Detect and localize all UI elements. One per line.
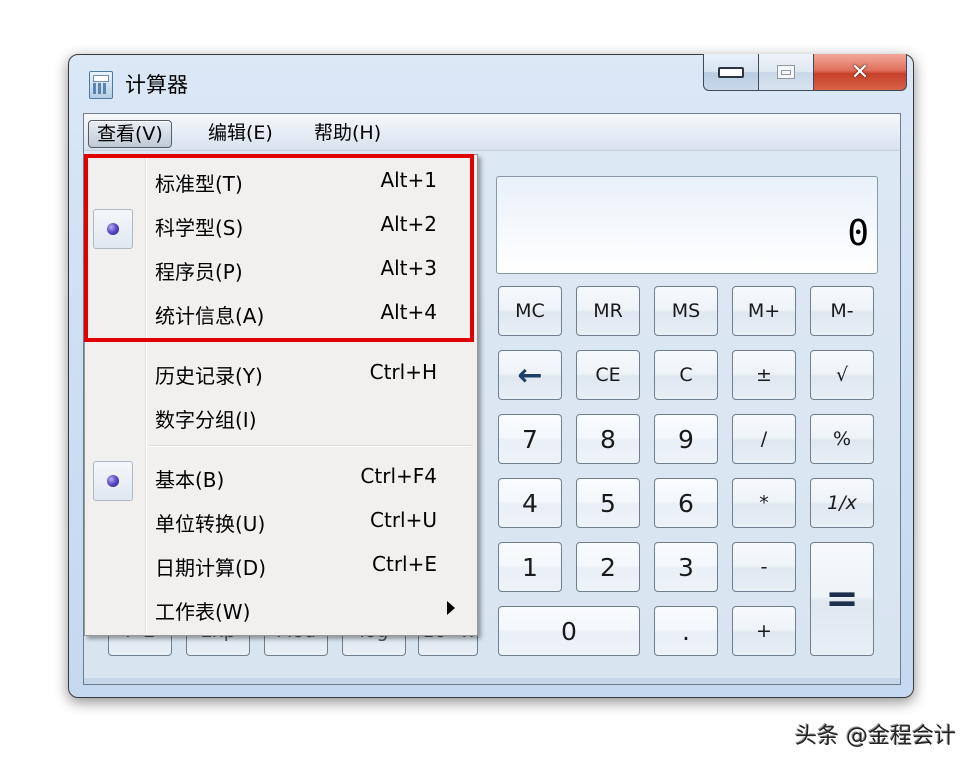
digit-8-key[interactable]: 8	[576, 414, 640, 464]
menu-edit[interactable]: 编辑(E)	[200, 120, 281, 146]
ce-key[interactable]: CE	[576, 350, 640, 400]
mr-key[interactable]: MR	[576, 286, 640, 336]
digit-4-key[interactable]: 4	[498, 478, 562, 528]
plus-minus-key[interactable]: ±	[732, 350, 796, 400]
minimize-icon	[718, 66, 744, 78]
title-bar[interactable]: 计算器 ✕	[69, 54, 913, 113]
close-icon: ✕	[850, 59, 870, 85]
digit-2-key[interactable]: 2	[576, 542, 640, 592]
backspace-arrow-icon: ←	[517, 357, 543, 393]
calculator-display: 0	[496, 176, 878, 274]
decimal-key[interactable]: .	[654, 606, 718, 656]
menu-item-label: 工作表(W)	[155, 600, 251, 624]
menu-item-shortcut: Ctrl+H	[369, 360, 437, 384]
submenu-arrow-icon	[447, 601, 455, 615]
menu-item-shortcut: Ctrl+F4	[360, 464, 437, 488]
radio-selected-icon	[93, 461, 133, 501]
equals-key[interactable]: =	[810, 542, 874, 656]
menu-item-date-calculation[interactable]: 日期计算(D) Ctrl+E	[85, 543, 477, 587]
maximize-icon	[777, 65, 795, 79]
menu-item-label: 单位转换(U)	[155, 512, 266, 536]
sqrt-key[interactable]: √	[810, 350, 874, 400]
m-plus-key[interactable]: M+	[732, 286, 796, 336]
clear-key[interactable]: C	[654, 350, 718, 400]
equals-label: =	[825, 576, 859, 622]
digit-3-key[interactable]: 3	[654, 542, 718, 592]
menu-item-label: 基本(B)	[155, 468, 225, 492]
display-value: 0	[847, 213, 869, 254]
digit-9-key[interactable]: 9	[654, 414, 718, 464]
window-controls: ✕	[703, 54, 907, 92]
menu-view[interactable]: 查看(V)	[88, 120, 172, 148]
ms-key[interactable]: MS	[654, 286, 718, 336]
close-button[interactable]: ✕	[814, 54, 907, 91]
subtract-key[interactable]: -	[732, 542, 796, 592]
menu-item-shortcut: Ctrl+U	[370, 508, 437, 532]
menu-item-worksheets[interactable]: 工作表(W)	[85, 587, 477, 631]
window-title: 计算器	[125, 73, 188, 97]
bottom-edge	[84, 678, 900, 684]
digit-0-key[interactable]: 0	[498, 606, 640, 656]
maximize-button[interactable]	[759, 54, 814, 91]
digit-7-key[interactable]: 7	[498, 414, 562, 464]
mc-key[interactable]: MC	[498, 286, 562, 336]
add-key[interactable]: +	[732, 606, 796, 656]
watermark: 头条 @金程会计	[795, 724, 956, 749]
menu-item-unit-conversion[interactable]: 单位转换(U) Ctrl+U	[85, 499, 477, 543]
menu-help[interactable]: 帮助(H)	[306, 120, 389, 146]
divide-key[interactable]: /	[732, 414, 796, 464]
menu-separator	[149, 445, 471, 447]
calculator-icon	[89, 71, 113, 99]
menu-item-digit-grouping[interactable]: 数字分组(I)	[85, 395, 477, 439]
reciprocal-key[interactable]: 1/x	[810, 478, 874, 528]
menu-item-label: 历史记录(Y)	[155, 364, 263, 388]
menu-item-shortcut: Ctrl+E	[372, 552, 437, 576]
menu-item-history[interactable]: 历史记录(Y) Ctrl+H	[85, 351, 477, 395]
m-minus-key[interactable]: M-	[810, 286, 874, 336]
menu-item-label: 数字分组(I)	[155, 408, 257, 432]
multiply-key[interactable]: *	[732, 478, 796, 528]
menu-item-basic[interactable]: 基本(B) Ctrl+F4	[85, 455, 477, 501]
red-highlight-annotation	[84, 154, 474, 342]
digit-6-key[interactable]: 6	[654, 478, 718, 528]
minimize-button[interactable]	[703, 54, 759, 91]
backspace-key[interactable]: ←	[498, 350, 562, 400]
menu-bar: 查看(V) 编辑(E) 帮助(H)	[84, 114, 900, 151]
menu-item-label: 日期计算(D)	[155, 556, 267, 580]
percent-key[interactable]: %	[810, 414, 874, 464]
digit-1-key[interactable]: 1	[498, 542, 562, 592]
digit-5-key[interactable]: 5	[576, 478, 640, 528]
